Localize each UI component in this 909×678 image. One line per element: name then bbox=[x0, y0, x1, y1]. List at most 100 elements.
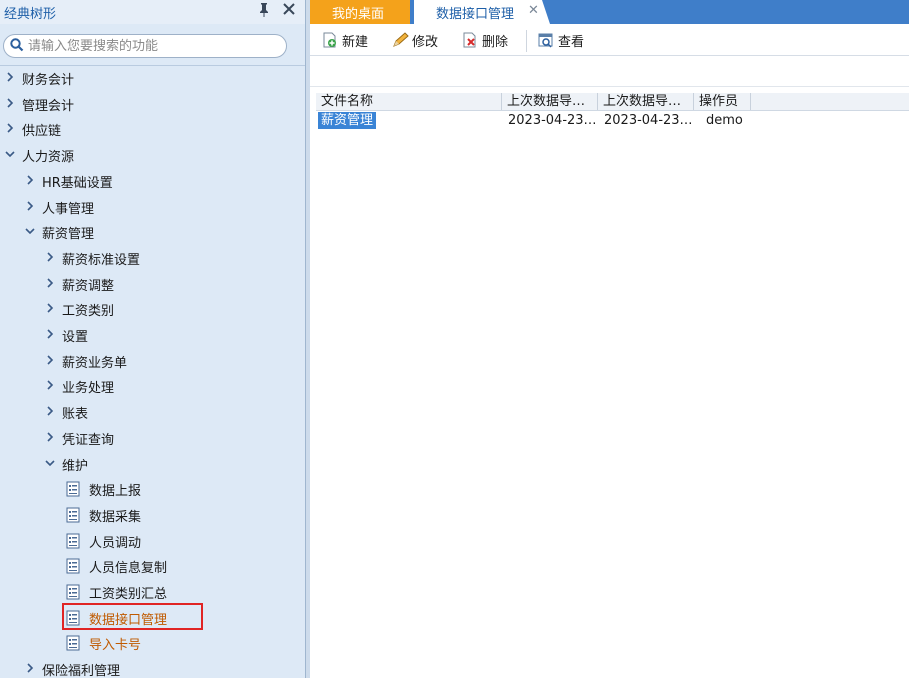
tree-item-label: 薪资业务单 bbox=[62, 356, 128, 371]
tab-close-icon[interactable]: ✕ bbox=[528, 3, 539, 18]
document-icon bbox=[66, 507, 80, 523]
tree-item-20[interactable]: 工资类别汇总 bbox=[0, 581, 300, 603]
tree-item-label: 供应链 bbox=[22, 124, 62, 139]
chevron-right-icon[interactable] bbox=[45, 278, 55, 288]
panel-header: 经典树形 bbox=[0, 0, 305, 24]
tree-item-label: 人力资源 bbox=[22, 150, 75, 165]
tree-item-label: 数据采集 bbox=[89, 510, 142, 525]
tree-item-3[interactable]: 人力资源 bbox=[0, 144, 300, 166]
tab-my-desktop[interactable]: 我的桌面 bbox=[310, 0, 410, 24]
tab-data-interface-management[interactable]: 数据接口管理 ✕ bbox=[414, 0, 550, 24]
delete-label: 删除 bbox=[482, 35, 509, 50]
tree-item-label: 管理会计 bbox=[22, 99, 75, 114]
document-icon bbox=[66, 558, 80, 574]
tree-item-label: 薪资调整 bbox=[62, 279, 115, 294]
search-input[interactable] bbox=[28, 37, 280, 55]
tree-panel: 经典树形 财务会计管理会计供应链人力资源 HR基础设置人事管理薪资管理薪资标准设置… bbox=[0, 0, 306, 678]
divider bbox=[310, 86, 909, 87]
tree-item-10[interactable]: 设置 bbox=[0, 324, 300, 346]
cell-operator: demo bbox=[706, 113, 743, 128]
chevron-right-icon[interactable] bbox=[45, 252, 55, 262]
new-icon bbox=[323, 32, 336, 48]
tree-item-16[interactable]: 数据上报 bbox=[0, 478, 300, 500]
tree-item-label: 人员调动 bbox=[89, 536, 142, 551]
tree-item-23[interactable]: 保险福利管理 bbox=[0, 658, 300, 678]
grid-header: 文件名称 上次数据导… 上次数据导… 操作员 bbox=[316, 93, 909, 111]
tree-item-label: 工资类别汇总 bbox=[89, 587, 168, 602]
tree-item-17[interactable]: 数据采集 bbox=[0, 504, 300, 526]
document-icon bbox=[66, 610, 80, 626]
tree-item-label: 数据接口管理 bbox=[89, 613, 168, 628]
pin-icon[interactable] bbox=[256, 2, 272, 20]
tree-item-label: 保险福利管理 bbox=[42, 664, 121, 678]
tree-item-2[interactable]: 供应链 bbox=[0, 118, 300, 140]
pencil-icon bbox=[393, 32, 409, 47]
divider bbox=[0, 65, 305, 66]
chevron-down-icon[interactable] bbox=[45, 458, 55, 468]
tree-item-1[interactable]: 管理会计 bbox=[0, 93, 300, 115]
tree-item-label: 维护 bbox=[62, 459, 89, 474]
chevron-down-icon[interactable] bbox=[25, 226, 35, 236]
document-icon bbox=[66, 481, 80, 497]
tree-item-label: HR基础设置 bbox=[42, 176, 113, 191]
delete-icon bbox=[463, 32, 476, 48]
tree-item-12[interactable]: 业务处理 bbox=[0, 375, 300, 397]
tree-item-6[interactable]: 薪资管理 bbox=[0, 221, 300, 243]
column-header-last-import[interactable]: 上次数据导… bbox=[502, 93, 598, 110]
chevron-right-icon[interactable] bbox=[45, 406, 55, 416]
tree-item-label: 数据上报 bbox=[89, 484, 142, 499]
tree-item-11[interactable]: 薪资业务单 bbox=[0, 350, 300, 372]
tree-item-22[interactable]: 导入卡号 bbox=[0, 632, 300, 654]
document-icon bbox=[66, 635, 80, 651]
tree-item-21[interactable]: 数据接口管理 bbox=[0, 607, 300, 629]
chevron-right-icon[interactable] bbox=[25, 663, 35, 673]
close-icon[interactable] bbox=[281, 2, 297, 20]
cell-last-export: 2023-04-23… bbox=[604, 113, 693, 128]
edit-label: 修改 bbox=[412, 35, 439, 50]
tree-item-5[interactable]: 人事管理 bbox=[0, 196, 300, 218]
column-header-operator[interactable]: 操作员 bbox=[694, 93, 751, 110]
panel-title: 经典树形 bbox=[4, 7, 57, 22]
view-label: 查看 bbox=[558, 35, 585, 50]
tree-item-label: 人事管理 bbox=[42, 202, 95, 217]
chevron-right-icon[interactable] bbox=[45, 380, 55, 390]
tree-item-14[interactable]: 凭证查询 bbox=[0, 427, 300, 449]
tree-item-label: 设置 bbox=[62, 330, 89, 345]
tree-item-19[interactable]: 人员信息复制 bbox=[0, 555, 300, 577]
view-icon bbox=[538, 33, 553, 48]
tree-item-label: 薪资管理 bbox=[42, 227, 95, 242]
document-icon bbox=[66, 533, 80, 549]
main-area: 我的桌面 数据接口管理 ✕ 新建 修改 删除 查看 文件名称 上次数据导… 上次… bbox=[310, 0, 909, 678]
chevron-right-icon[interactable] bbox=[25, 201, 35, 211]
tree-item-13[interactable]: 账表 bbox=[0, 401, 300, 423]
tree-item-18[interactable]: 人员调动 bbox=[0, 530, 300, 552]
tree-item-label: 工资类别 bbox=[62, 304, 115, 319]
tab-label: 我的桌面 bbox=[332, 7, 385, 22]
tree-item-15[interactable]: 维护 bbox=[0, 453, 300, 475]
column-header-file-name[interactable]: 文件名称 bbox=[316, 93, 502, 110]
search-icon bbox=[10, 38, 24, 52]
column-header-last-export[interactable]: 上次数据导… bbox=[598, 93, 694, 110]
cell-file-name[interactable]: 薪资管理 bbox=[318, 112, 377, 129]
tree-item-9[interactable]: 工资类别 bbox=[0, 298, 300, 320]
chevron-right-icon[interactable] bbox=[5, 72, 15, 82]
tree-item-8[interactable]: 薪资调整 bbox=[0, 273, 300, 295]
tree-item-4[interactable]: HR基础设置 bbox=[0, 170, 300, 192]
search-box bbox=[3, 34, 287, 58]
tree-item-label: 财务会计 bbox=[22, 73, 75, 88]
chevron-right-icon[interactable] bbox=[45, 303, 55, 313]
tab-bar: 我的桌面 数据接口管理 ✕ bbox=[310, 0, 909, 24]
chevron-right-icon[interactable] bbox=[45, 355, 55, 365]
new-label: 新建 bbox=[342, 35, 369, 50]
chevron-right-icon[interactable] bbox=[45, 329, 55, 339]
tree-item-label: 导入卡号 bbox=[89, 638, 142, 653]
chevron-right-icon[interactable] bbox=[45, 432, 55, 442]
chevron-right-icon[interactable] bbox=[25, 175, 35, 185]
tree-item-label: 凭证查询 bbox=[62, 433, 115, 448]
tree-item-0[interactable]: 财务会计 bbox=[0, 67, 300, 89]
chevron-down-icon[interactable] bbox=[5, 149, 15, 159]
tree-item-7[interactable]: 薪资标准设置 bbox=[0, 247, 300, 269]
tree-item-label: 人员信息复制 bbox=[89, 561, 168, 576]
chevron-right-icon[interactable] bbox=[5, 98, 15, 108]
chevron-right-icon[interactable] bbox=[5, 123, 15, 133]
